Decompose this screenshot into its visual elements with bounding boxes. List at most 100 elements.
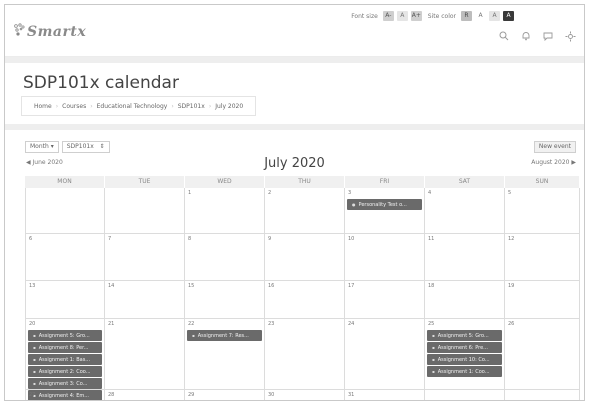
next-month-link[interactable]: August 2020 ▶ — [531, 159, 576, 166]
day-number[interactable]: 22 — [188, 321, 194, 327]
breadcrumb-courses[interactable]: Courses — [58, 103, 90, 110]
calendar-day-cell[interactable]: 7 — [105, 234, 185, 281]
calendar-event[interactable]: ▪ Assignment 10: Co... — [427, 354, 502, 365]
font-increase-button[interactable]: A+ — [410, 11, 422, 21]
calendar-event[interactable]: ▪ Assignment 5: Gro... — [28, 330, 102, 341]
breadcrumb-course[interactable]: SDP101x — [174, 103, 209, 110]
calendar-day-cell[interactable]: 23 — [265, 319, 345, 390]
calendar-day-cell[interactable]: 18 — [425, 281, 505, 319]
color-grey-button[interactable]: A — [489, 11, 500, 21]
calendar-day-cell[interactable]: 15 — [185, 281, 265, 319]
calendar-event[interactable]: ▪ Assignment 7: Res... — [187, 330, 262, 341]
calendar-day-cell[interactable]: 2 — [265, 188, 345, 234]
day-number[interactable]: 27 — [29, 392, 35, 398]
calendar-day-cell[interactable] — [505, 390, 580, 400]
breadcrumb-home[interactable]: Home — [30, 103, 56, 110]
day-number[interactable]: 13 — [29, 283, 35, 289]
calendar-day-cell[interactable]: 1 — [185, 188, 265, 234]
day-number[interactable]: 19 — [508, 283, 514, 289]
calendar-day-cell[interactable]: 10 — [345, 234, 425, 281]
calendar-event[interactable]: ▪ Assignment 3: Co... — [28, 378, 102, 389]
view-select[interactable]: Month ▾ — [25, 141, 59, 153]
day-number[interactable]: 10 — [348, 236, 354, 242]
calendar-day-cell[interactable]: 30 — [265, 390, 345, 400]
calendar-day-cell[interactable] — [25, 188, 105, 234]
day-number[interactable]: 1 — [188, 190, 191, 196]
day-number[interactable]: 29 — [188, 392, 194, 398]
day-number[interactable]: 6 — [29, 236, 32, 242]
day-number[interactable]: 3 — [348, 190, 351, 196]
calendar-day-cell[interactable]: 12 — [505, 234, 580, 281]
font-reset-button[interactable]: A — [396, 11, 408, 21]
day-number[interactable]: 7 — [108, 236, 111, 242]
calendar-day-cell[interactable]: 5 — [505, 188, 580, 234]
calendar-day-cell[interactable]: 27 — [25, 390, 105, 400]
calendar-day-cell[interactable]: 29 — [185, 390, 265, 400]
search-icon[interactable] — [499, 31, 509, 45]
day-number[interactable]: 14 — [108, 283, 114, 289]
color-reset-button[interactable]: R — [461, 11, 472, 21]
calendar-day-cell[interactable]: 9 — [265, 234, 345, 281]
day-number[interactable]: 5 — [508, 190, 511, 196]
calendar-day-cell[interactable]: 24 — [345, 319, 425, 390]
day-number[interactable]: 8 — [188, 236, 191, 242]
calendar-day-cell[interactable]: 11 — [425, 234, 505, 281]
view-select-value: Month — [30, 143, 49, 150]
day-number[interactable]: 4 — [428, 190, 431, 196]
calendar-day-cell[interactable] — [425, 390, 505, 400]
breadcrumb-current[interactable]: July 2020 — [211, 103, 247, 110]
new-event-button[interactable]: New event — [533, 141, 576, 153]
breadcrumb-category[interactable]: Educational Technology — [93, 103, 172, 110]
site-logo[interactable]: Smartx — [13, 23, 86, 41]
calendar-day-cell[interactable]: 20 ▪ Assignment 5: Gro... ▪ Assignment 8: Pe… — [25, 319, 105, 400]
calendar-day-cell[interactable]: 31 — [345, 390, 425, 400]
font-decrease-button[interactable]: A- — [382, 11, 394, 21]
calendar-day-cell[interactable]: 19 — [505, 281, 580, 319]
calendar-day-cell[interactable]: 25 ▪ Assignment 5: Gro... ▪ Assignment 6: Pr… — [425, 319, 505, 390]
calendar-day-cell[interactable]: 16 — [265, 281, 345, 319]
calendar-event[interactable]: ▪ Assignment 2: Coo... — [28, 366, 102, 377]
day-number[interactable]: 9 — [268, 236, 271, 242]
messages-icon[interactable] — [543, 31, 553, 45]
calendar-day-cell[interactable]: 26 — [505, 319, 580, 390]
calendar-event[interactable]: ▪ Assignment 6: Pre... — [427, 342, 502, 353]
day-number[interactable]: 18 — [428, 283, 434, 289]
day-number[interactable]: 25 — [428, 321, 434, 327]
calendar-day-cell[interactable]: 8 — [185, 234, 265, 281]
day-number[interactable]: 23 — [268, 321, 274, 327]
day-number[interactable]: 20 — [29, 321, 35, 327]
calendar-day-cell[interactable]: 3 ● Personality Test o... — [345, 188, 425, 234]
day-number[interactable]: 30 — [268, 392, 274, 398]
day-number[interactable]: 12 — [508, 236, 514, 242]
settings-gear-icon[interactable] — [565, 31, 576, 45]
color-dark-button[interactable]: A — [503, 11, 514, 21]
day-number[interactable]: 24 — [348, 321, 354, 327]
calendar-day-cell[interactable]: 17 — [345, 281, 425, 319]
calendar-day-cell[interactable]: 21 — [105, 319, 185, 390]
calendar-day-cell[interactable] — [105, 188, 185, 234]
color-white-button[interactable]: A — [475, 11, 486, 21]
calendar-day-cell[interactable]: 14 — [105, 281, 185, 319]
calendar-event[interactable]: ▪ Assignment 5: Gro... — [427, 330, 502, 341]
day-number[interactable]: 15 — [188, 283, 194, 289]
calendar-day-cell[interactable]: 28 — [105, 390, 185, 400]
day-number[interactable]: 28 — [108, 392, 114, 398]
course-select[interactable]: SDP101x ⇕ — [61, 141, 110, 153]
calendar-day-cell[interactable]: 22 ▪ Assignment 7: Res... — [185, 319, 265, 390]
calendar-event[interactable]: ▪ Assignment 1: Bas... — [28, 354, 102, 365]
notification-bell-icon[interactable] — [521, 31, 531, 45]
day-number[interactable]: 11 — [428, 236, 434, 242]
calendar-event[interactable]: ▪ Assignment 8: Per... — [28, 342, 102, 353]
calendar-event[interactable]: ● Personality Test o... — [347, 199, 422, 210]
day-number[interactable]: 17 — [348, 283, 354, 289]
day-number[interactable]: 31 — [348, 392, 354, 398]
day-number[interactable]: 26 — [508, 321, 514, 327]
calendar-day-cell[interactable]: 6 — [25, 234, 105, 281]
event-title: Assignment 7: Res... — [197, 333, 249, 339]
day-number[interactable]: 16 — [268, 283, 274, 289]
day-number[interactable]: 2 — [268, 190, 271, 196]
day-number[interactable]: 21 — [108, 321, 114, 327]
calendar-day-cell[interactable]: 13 — [25, 281, 105, 319]
calendar-day-cell[interactable]: 4 — [425, 188, 505, 234]
calendar-event[interactable]: ▪ Assignment 1: Coo... — [427, 366, 502, 377]
